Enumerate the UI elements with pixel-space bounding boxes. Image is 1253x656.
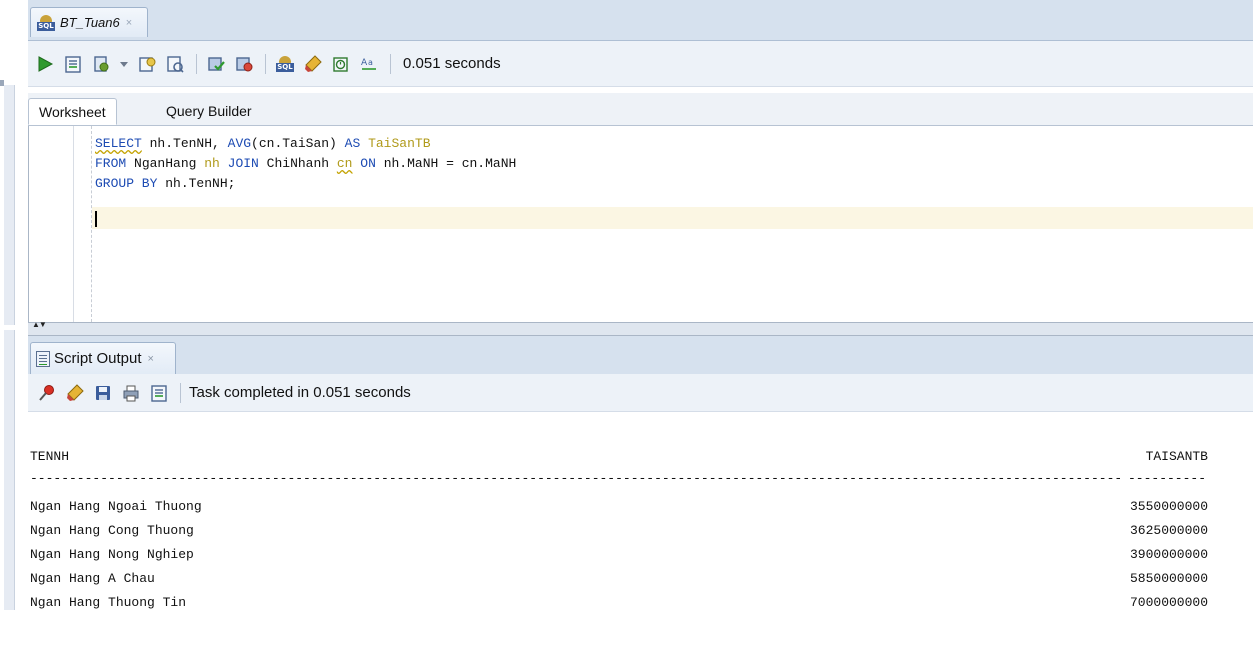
rollback-icon[interactable] bbox=[233, 53, 255, 75]
pane-splitter[interactable]: ▲▼ bbox=[28, 321, 1253, 336]
tab-query-builder[interactable]: Query Builder bbox=[156, 98, 262, 125]
format-icon[interactable]: Aa bbox=[358, 53, 380, 75]
script-output-tab[interactable]: Script Output × bbox=[30, 342, 176, 374]
commit-icon[interactable] bbox=[90, 53, 112, 75]
code-line-3: GROUP BY nh.TenNH; bbox=[95, 174, 516, 194]
save-icon[interactable] bbox=[92, 382, 114, 404]
row-bank-name: Ngan Hang Thuong Tin bbox=[30, 595, 187, 610]
history-icon[interactable] bbox=[330, 53, 352, 75]
close-icon[interactable]: × bbox=[148, 353, 154, 365]
run-script-icon[interactable] bbox=[62, 53, 84, 75]
keyword-on: ON bbox=[352, 156, 376, 171]
pin-icon[interactable] bbox=[36, 382, 58, 404]
svg-text:a: a bbox=[368, 58, 373, 67]
splitter-arrows-icon[interactable]: ▲▼ bbox=[32, 321, 47, 329]
left-side-strip bbox=[0, 0, 28, 656]
code-line-2: FROM NganHang nh JOIN ChiNhanh cn ON nh.… bbox=[95, 154, 516, 174]
output-row: Ngan Hang A Chau 5850000000 bbox=[30, 571, 1208, 595]
execution-time: 0.051 seconds bbox=[403, 55, 501, 72]
dropdown-icon[interactable] bbox=[118, 53, 130, 75]
keyword-as: AS bbox=[344, 136, 361, 151]
table-alias: nh bbox=[204, 156, 220, 171]
sql-worksheet-icon: SQL bbox=[37, 14, 55, 31]
document-tab[interactable]: SQL BT_Tuan6 × bbox=[30, 7, 148, 37]
output-tab-bar: Script Output × bbox=[28, 336, 1253, 375]
toolbar-separator bbox=[180, 382, 181, 403]
script-output-content[interactable]: TENNH TAISANTB -------------------------… bbox=[28, 413, 1253, 656]
document-tab-title: BT_Tuan6 bbox=[60, 15, 120, 30]
clear-icon[interactable] bbox=[302, 53, 324, 75]
code-text: NganHang bbox=[126, 156, 205, 171]
script-output-title: Script Output bbox=[54, 350, 142, 367]
toolbar-separator bbox=[265, 53, 266, 74]
output-row: Ngan Hang Cong Thuong 3625000000 bbox=[30, 523, 1208, 547]
keyword-group-by: GROUP BY bbox=[95, 176, 158, 191]
keyword-from: FROM bbox=[95, 156, 127, 171]
code-line-1: SELECT nh.TenNH, AVG(cn.TaiSan) AS TaiSa… bbox=[95, 134, 516, 154]
autotrace-icon[interactable] bbox=[164, 53, 186, 75]
code-text: nh.TenNH, bbox=[141, 136, 228, 151]
toolbar-separator bbox=[390, 53, 391, 74]
line-gutter bbox=[29, 126, 74, 322]
toolbar-separator bbox=[196, 53, 197, 74]
row-bank-name: Ngan Hang Ngoai Thuong bbox=[30, 499, 202, 514]
run-script-icon[interactable] bbox=[148, 382, 170, 404]
row-avg-asset: 3900000000 bbox=[1129, 547, 1208, 562]
left-rail-lower bbox=[4, 330, 15, 610]
sql-code[interactable]: SELECT nh.TenNH, AVG(cn.TaiSan) AS TaiSa… bbox=[95, 134, 516, 194]
editor-tabs: Worksheet Query Builder bbox=[28, 93, 1253, 126]
output-toolbar: Task completed in 0.051 seconds bbox=[28, 374, 1253, 412]
svg-text:A: A bbox=[361, 58, 368, 68]
row-avg-asset: 3625000000 bbox=[1129, 523, 1208, 538]
keyword-join: JOIN bbox=[219, 156, 259, 171]
close-icon[interactable]: × bbox=[126, 17, 132, 29]
worksheet-toolbar: SQL Aa 0.051 seconds bbox=[28, 41, 1253, 87]
output-row: Ngan Hang Nong Nghiep 3900000000 bbox=[30, 547, 1208, 571]
table-alias: cn bbox=[336, 156, 353, 171]
column-header-tennh: TENNH bbox=[30, 449, 70, 464]
clear-output-icon[interactable] bbox=[64, 382, 86, 404]
row-bank-name: Ngan Hang Cong Thuong bbox=[30, 523, 194, 538]
task-status: Task completed in 0.051 seconds bbox=[189, 384, 411, 401]
script-output-icon bbox=[36, 350, 50, 367]
row-avg-asset: 3550000000 bbox=[1129, 499, 1208, 514]
row-avg-asset: 7000000000 bbox=[1129, 595, 1208, 610]
current-line-highlight bbox=[92, 207, 1253, 229]
document-tab-bar: SQL BT_Tuan6 × bbox=[28, 0, 1253, 41]
row-avg-asset: 5850000000 bbox=[1129, 571, 1208, 586]
output-separator: ----------------------------------------… bbox=[30, 471, 1120, 486]
explain-plan-icon[interactable] bbox=[136, 53, 158, 75]
output-separator-right: ---------- bbox=[1128, 471, 1207, 486]
code-text: (cn.TaiSan) bbox=[251, 136, 345, 151]
sql-editor[interactable]: SELECT nh.TenNH, AVG(cn.TaiSan) AS TaiSa… bbox=[28, 126, 1253, 322]
run-statement-icon[interactable] bbox=[34, 53, 56, 75]
output-row: Ngan Hang Thuong Tin 7000000000 bbox=[30, 595, 1208, 619]
column-alias: TaiSanTB bbox=[360, 136, 431, 151]
sql-tuning-icon[interactable]: SQL bbox=[274, 53, 296, 75]
code-text: nh.MaNH = cn.MaNH bbox=[375, 156, 517, 171]
left-rail-upper bbox=[4, 85, 15, 325]
function-avg: AVG bbox=[227, 136, 252, 151]
row-bank-name: Ngan Hang Nong Nghiep bbox=[30, 547, 194, 562]
commit-tx-icon[interactable] bbox=[205, 53, 227, 75]
print-icon[interactable] bbox=[120, 382, 142, 404]
code-text: nh.TenNH; bbox=[157, 176, 236, 191]
column-header-taisantb: TAISANTB bbox=[1145, 449, 1208, 464]
code-text: ChiNhanh bbox=[258, 156, 337, 171]
tab-worksheet[interactable]: Worksheet bbox=[28, 98, 117, 125]
row-bank-name: Ngan Hang A Chau bbox=[30, 571, 155, 586]
text-caret bbox=[95, 211, 97, 227]
keyword-select: SELECT bbox=[95, 136, 142, 151]
output-row: Ngan Hang Ngoai Thuong 3550000000 bbox=[30, 499, 1208, 523]
